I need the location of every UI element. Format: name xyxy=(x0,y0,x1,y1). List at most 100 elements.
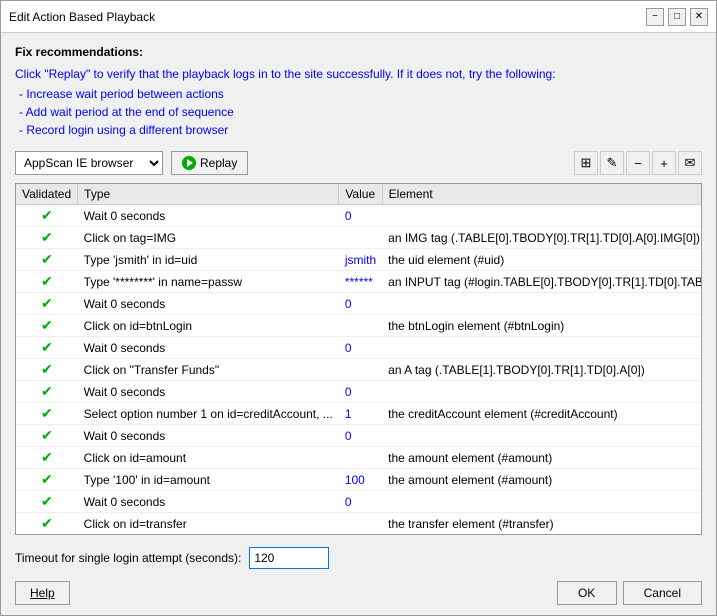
cell-validated: ✔ xyxy=(16,227,78,249)
cell-validated: ✔ xyxy=(16,447,78,469)
table-body: ✔Wait 0 seconds0✔Click on tag=IMGan IMG … xyxy=(16,205,702,536)
cell-element xyxy=(382,425,702,447)
cell-element xyxy=(382,491,702,513)
cell-element: an A tag (.TABLE[0].TBODY[0].TR[1].TD[0]… xyxy=(382,535,702,536)
cell-value: 1 xyxy=(339,403,382,425)
main-window: Edit Action Based Playback − □ ✕ Fix rec… xyxy=(0,0,717,616)
cell-element xyxy=(382,337,702,359)
cell-element: an INPUT tag (#login.TABLE[0].TBODY[0].T… xyxy=(382,271,702,293)
cell-validated: ✔ xyxy=(16,469,78,491)
replay-label: Replay xyxy=(200,156,237,170)
cell-type: Type '********' in name=passw xyxy=(78,271,339,293)
cell-validated: ✔ xyxy=(16,513,78,535)
edit-icon: ✎ xyxy=(607,155,618,171)
table-row[interactable]: ✔Click on tag=IMG an IMG tag (.TABLE[0].T… xyxy=(16,227,702,249)
timeout-input[interactable] xyxy=(249,547,329,569)
cell-validated: ✔ xyxy=(16,535,78,536)
cell-type: Type 'jsmith' in id=uid xyxy=(78,249,339,271)
table-row[interactable]: ✔Click on id=amountthe amount element (#… xyxy=(16,447,702,469)
cell-element xyxy=(382,205,702,227)
footer-buttons: OK Cancel xyxy=(557,581,702,605)
table-row[interactable]: ✔Wait 0 seconds0 xyxy=(16,337,702,359)
table-row[interactable]: ✔Click on "Transfer Funds"an A tag (.TAB… xyxy=(16,359,702,381)
ok-button[interactable]: OK xyxy=(557,581,617,605)
maximize-button[interactable]: □ xyxy=(668,8,686,26)
cancel-button[interactable]: Cancel xyxy=(623,581,702,605)
cell-validated: ✔ xyxy=(16,315,78,337)
title-bar-controls: − □ ✕ xyxy=(646,8,708,26)
plus-icon-button[interactable]: + xyxy=(652,151,676,175)
fix-bullet-2: Add wait period at the end of sequence xyxy=(19,103,702,121)
cell-value: 100 xyxy=(339,469,382,491)
mail-icon: ✉ xyxy=(685,155,696,171)
table-row[interactable]: ✔Wait 0 seconds0 xyxy=(16,205,702,227)
fix-description: Click "Replay" to verify that the playba… xyxy=(15,65,702,139)
fix-title: Fix recommendations: xyxy=(15,45,702,59)
table-row[interactable]: ✔Wait 0 seconds0 xyxy=(16,293,702,315)
cell-element: the uid element (#uid) xyxy=(382,249,702,271)
replay-icon xyxy=(182,156,196,170)
cell-type: Wait 0 seconds xyxy=(78,491,339,513)
cell-element: an IMG tag (.TABLE[0].TBODY[0].TR[1].TD[… xyxy=(382,227,702,249)
replay-button[interactable]: Replay xyxy=(171,151,248,175)
mail-icon-button[interactable]: ✉ xyxy=(678,151,702,175)
cell-element: the btnLogin element (#btnLogin) xyxy=(382,315,702,337)
table-row[interactable]: ✔Type '********' in name=passw******an I… xyxy=(16,271,702,293)
cell-value: 0 xyxy=(339,337,382,359)
cell-element xyxy=(382,293,702,315)
window-title: Edit Action Based Playback xyxy=(9,10,155,24)
footer-row: Help OK Cancel xyxy=(15,581,702,605)
cell-validated: ✔ xyxy=(16,249,78,271)
table-row[interactable]: ✔Wait 0 seconds0 xyxy=(16,425,702,447)
table-row[interactable]: ✔Click on id=transferthe transfer elemen… xyxy=(16,513,702,535)
cell-type: Wait 0 seconds xyxy=(78,293,339,315)
header-element: Element xyxy=(382,184,702,205)
browser-select[interactable]: AppScan IE browser AppScan Firefox brows… xyxy=(15,151,163,175)
close-button[interactable]: ✕ xyxy=(690,8,708,26)
minus-icon-button[interactable]: − xyxy=(626,151,650,175)
plus-icon: + xyxy=(660,156,668,171)
toolbar-left: AppScan IE browser AppScan Firefox brows… xyxy=(15,151,248,175)
actions-table: Validated Type Value Element ✔Wait 0 sec… xyxy=(16,184,702,535)
timeout-row: Timeout for single login attempt (second… xyxy=(15,547,702,569)
cell-element xyxy=(382,381,702,403)
cell-type: Wait 0 seconds xyxy=(78,337,339,359)
cell-validated: ✔ xyxy=(16,381,78,403)
cell-element: an A tag (.TABLE[1].TBODY[0].TR[1].TD[0]… xyxy=(382,359,702,381)
help-button[interactable]: Help xyxy=(15,581,70,605)
cell-element: the amount element (#amount) xyxy=(382,447,702,469)
cell-value: 0 xyxy=(339,205,382,227)
cell-value: 0 xyxy=(339,425,382,447)
cell-value xyxy=(339,227,382,249)
table-row[interactable]: ✔Wait 0 seconds0 xyxy=(16,491,702,513)
cell-value xyxy=(339,535,382,536)
table-container[interactable]: Validated Type Value Element ✔Wait 0 sec… xyxy=(15,183,702,535)
cell-validated: ✔ xyxy=(16,337,78,359)
cell-type: Click on id=transfer xyxy=(78,513,339,535)
minimize-button[interactable]: − xyxy=(646,8,664,26)
fix-bullet-1: Increase wait period between actions xyxy=(19,85,702,103)
header-value: Value xyxy=(339,184,382,205)
table-row[interactable]: ✔Type 'jsmith' in id=uidjsmiththe uid el… xyxy=(16,249,702,271)
cell-validated: ✔ xyxy=(16,271,78,293)
cell-type: Wait 0 seconds xyxy=(78,205,339,227)
cell-validated: ✔ xyxy=(16,425,78,447)
table-row[interactable]: ✔Verify Elements Existan A tag (.TABLE[0… xyxy=(16,535,702,536)
cell-validated: ✔ xyxy=(16,491,78,513)
cell-type: Click on tag=IMG xyxy=(78,227,339,249)
cell-value: ****** xyxy=(339,271,382,293)
cell-value xyxy=(339,359,382,381)
cell-validated: ✔ xyxy=(16,293,78,315)
edit-icon-button[interactable]: ✎ xyxy=(600,151,624,175)
fix-section: Fix recommendations: Click "Replay" to v… xyxy=(15,45,702,139)
cell-type: Click on "Transfer Funds" xyxy=(78,359,339,381)
table-row[interactable]: ✔Wait 0 seconds0 xyxy=(16,381,702,403)
table-row[interactable]: ✔Select option number 1 on id=creditAcco… xyxy=(16,403,702,425)
grid-icon-button[interactable]: ⊞ xyxy=(574,151,598,175)
table-row[interactable]: ✔Type '100' in id=amount100the amount el… xyxy=(16,469,702,491)
toolbar-row: AppScan IE browser AppScan Firefox brows… xyxy=(15,151,702,175)
table-row[interactable]: ✔Click on id=btnLoginthe btnLogin elemen… xyxy=(16,315,702,337)
cell-type: Type '100' in id=amount xyxy=(78,469,339,491)
cell-validated: ✔ xyxy=(16,403,78,425)
cell-value: jsmith xyxy=(339,249,382,271)
